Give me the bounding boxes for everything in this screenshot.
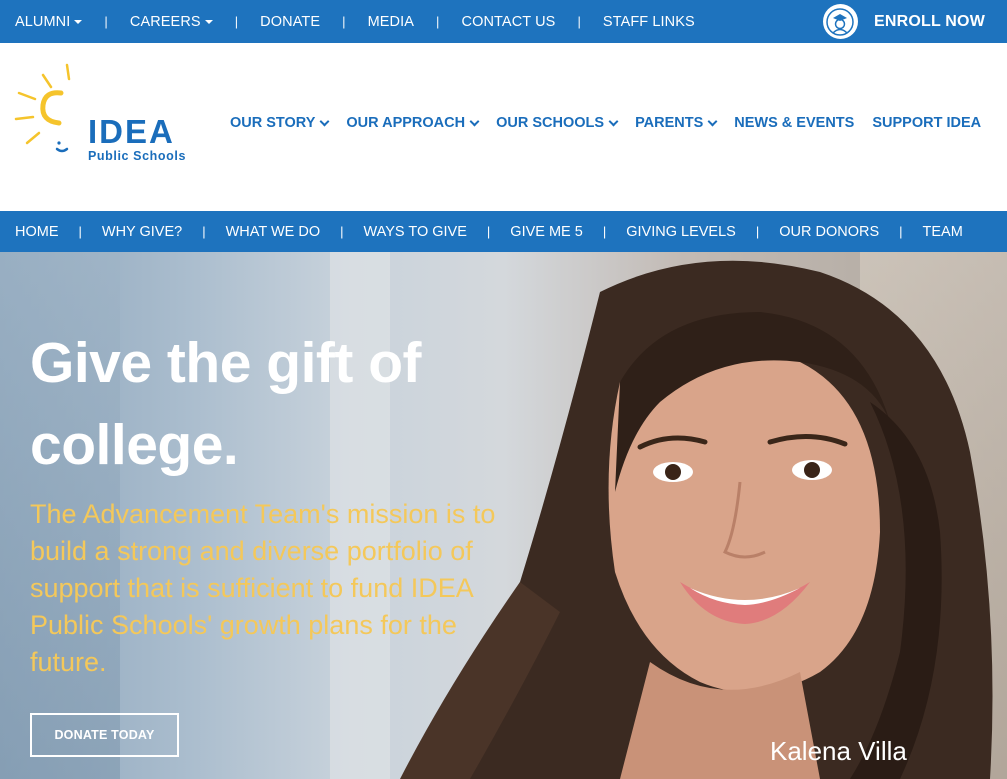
enroll-now-button[interactable]: ENROLL NOW <box>822 0 985 43</box>
nav-label: PARENTS <box>635 115 704 131</box>
utility-link-staff-links[interactable]: STAFF LINKS <box>603 14 695 30</box>
hero-banner: Give the gift of college. The Advancemen… <box>0 252 1007 779</box>
photo-caption: Kalena Villa <box>770 736 907 766</box>
utility-link-alumni[interactable]: ALUMNI <box>15 13 83 30</box>
giving-subnav: HOME | WHY GIVE? | WHAT WE DO | WAYS TO … <box>0 211 1007 252</box>
separator: | <box>755 224 760 239</box>
logo-wordmark: IDEA <box>88 113 175 150</box>
subnav-ways-to-give[interactable]: WAYS TO GIVE <box>364 224 467 240</box>
subnav-give-me-5[interactable]: GIVE ME 5 <box>510 224 583 240</box>
nav-our-approach[interactable]: OUR APPROACH <box>346 115 480 131</box>
nav-news-events[interactable]: NEWS & EVENTS <box>734 115 854 131</box>
enroll-now-label: ENROLL NOW <box>873 12 985 30</box>
separator: | <box>577 14 581 29</box>
mascot-icon <box>822 4 858 39</box>
site-header: IDEA Public Schools OUR STORY OUR APPROA… <box>0 43 1007 211</box>
subnav-links: HOME | WHY GIVE? | WHAT WE DO | WAYS TO … <box>15 211 963 252</box>
separator: | <box>899 224 903 239</box>
subnav-giving-levels[interactable]: GIVING LEVELS <box>626 224 736 240</box>
utility-bar: ALUMNI | CAREERS | DONATE | MEDIA | CONT… <box>0 0 1007 43</box>
utility-link-donate[interactable]: DONATE <box>260 14 320 30</box>
hero-headline: Give the gift of college. <box>30 331 422 477</box>
caret-down-icon <box>204 20 213 24</box>
nav-support-idea[interactable]: SUPPORT IDEA <box>872 115 981 131</box>
nav-our-schools[interactable]: OUR SCHOOLS <box>496 115 619 131</box>
nav-our-story[interactable]: OUR STORY <box>230 115 330 131</box>
utility-links: ALUMNI | CAREERS | DONATE | MEDIA | CONT… <box>15 0 695 43</box>
subnav-team[interactable]: TEAM <box>923 224 963 240</box>
subnav-why-give[interactable]: WHY GIVE? <box>102 224 182 240</box>
separator: | <box>78 224 82 239</box>
chevron-down-icon <box>707 116 718 126</box>
separator: | <box>342 14 346 29</box>
chevron-down-icon <box>608 116 619 126</box>
nav-parents[interactable]: PARENTS <box>635 115 718 131</box>
separator: | <box>202 224 206 239</box>
separator: | <box>234 14 239 29</box>
idea-logo[interactable]: IDEA Public Schools <box>13 63 203 173</box>
separator: | <box>104 14 108 29</box>
subnav-home[interactable]: HOME <box>15 224 59 240</box>
chevron-down-icon <box>319 116 330 126</box>
donate-today-button[interactable]: DONATE TODAY <box>30 713 179 757</box>
utility-link-media[interactable]: MEDIA <box>368 14 414 30</box>
hero-mission-text: The Advancement Team's mission is to bui… <box>30 499 496 677</box>
utility-link-careers[interactable]: CAREERS <box>130 14 213 30</box>
logo-tagline: Public Schools <box>88 149 186 163</box>
separator: | <box>340 224 344 239</box>
chevron-down-icon <box>469 116 480 126</box>
subnav-our-donors[interactable]: OUR DONORS <box>779 224 879 240</box>
separator: | <box>486 224 491 239</box>
separator: | <box>436 14 440 29</box>
nav-label: OUR SCHOOLS <box>496 115 605 131</box>
utility-link-contact-us[interactable]: CONTACT US <box>462 14 556 30</box>
separator: | <box>602 224 607 239</box>
nav-label: OUR STORY <box>230 115 316 131</box>
caret-down-icon <box>74 20 83 24</box>
main-nav: OUR STORY OUR APPROACH OUR SCHOOLS PAREN… <box>230 115 981 131</box>
sun-logo-icon <box>14 63 71 153</box>
utility-link-label: ALUMNI <box>15 13 71 30</box>
utility-link-label: CAREERS <box>129 13 201 30</box>
subnav-what-we-do[interactable]: WHAT WE DO <box>226 224 321 240</box>
nav-label: OUR APPROACH <box>346 115 466 131</box>
